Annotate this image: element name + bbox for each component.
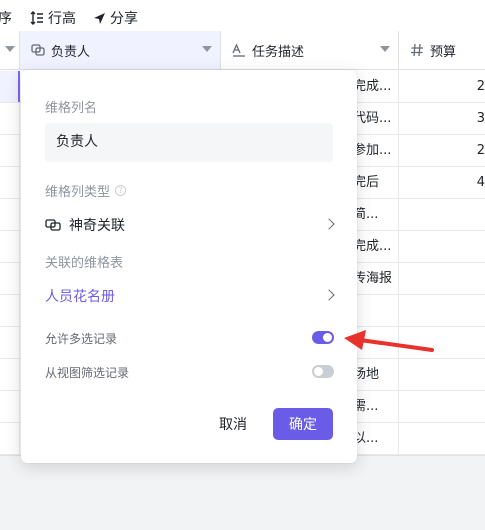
budget-cell[interactable]: 3 bbox=[399, 103, 485, 134]
row-index-cell bbox=[0, 391, 20, 422]
magic-link-icon bbox=[45, 218, 61, 232]
budget-cell[interactable] bbox=[399, 423, 485, 454]
cancel-button[interactable]: 取消 bbox=[208, 408, 258, 440]
row-index-cell bbox=[0, 359, 20, 390]
budget-cell[interactable] bbox=[399, 359, 485, 390]
annotation-arrow-icon bbox=[344, 330, 434, 352]
field-type-selector[interactable]: 神奇关联 bbox=[45, 211, 335, 239]
linked-sheet-label: 关联的维格表 bbox=[45, 256, 124, 271]
chevron-down-icon[interactable] bbox=[380, 46, 390, 52]
view-filter-toggle[interactable] bbox=[312, 365, 334, 378]
link-icon bbox=[31, 43, 45, 57]
budget-cell[interactable] bbox=[399, 231, 485, 262]
header-cell-index bbox=[0, 31, 20, 70]
chevron-right-icon bbox=[323, 218, 335, 230]
share-label: 分享 bbox=[110, 11, 138, 27]
budget-cell[interactable]: 2 bbox=[399, 71, 485, 102]
row-index-cell bbox=[0, 295, 20, 326]
budget-cell[interactable]: 2 bbox=[399, 135, 485, 166]
budget-cell[interactable] bbox=[399, 391, 485, 422]
row-index-cell bbox=[0, 135, 20, 166]
field-name-label: 维格列名 bbox=[45, 101, 98, 116]
header-label-task-desc: 任务描述 bbox=[252, 44, 305, 60]
row-index-cell bbox=[0, 199, 20, 230]
header-cell-budget[interactable]: 预算 bbox=[399, 31, 485, 70]
budget-cell[interactable] bbox=[399, 263, 485, 294]
multi-select-toggle[interactable] bbox=[312, 331, 334, 344]
row-height-label: 行高 bbox=[48, 11, 76, 27]
header-cell-owner[interactable]: 负责人 bbox=[20, 31, 221, 70]
toggle-knob bbox=[314, 367, 323, 376]
row-height-icon bbox=[30, 11, 43, 25]
field-type-label-row: 维格列类型 ? bbox=[45, 181, 127, 200]
chevron-down-icon[interactable] bbox=[202, 46, 212, 52]
text-field-icon bbox=[232, 43, 246, 57]
header-label-owner: 负责人 bbox=[51, 44, 91, 60]
sort-button[interactable]: 序 bbox=[0, 3, 12, 33]
header-label-budget: 预算 bbox=[430, 44, 457, 60]
grid-footer-area bbox=[0, 455, 485, 530]
chevron-right-icon bbox=[323, 289, 335, 301]
row-height-button[interactable]: 行高 bbox=[30, 3, 76, 33]
linked-sheet-selector[interactable]: 人员花名册 bbox=[45, 282, 335, 310]
view-filter-label: 从视图筛选记录 bbox=[45, 366, 130, 380]
row-index-cell bbox=[0, 327, 20, 358]
budget-cell[interactable] bbox=[399, 295, 485, 326]
toolbar: 序 行高 分享 bbox=[0, 0, 485, 30]
row-index-cell bbox=[0, 263, 20, 294]
field-type-value: 神奇关联 bbox=[69, 218, 125, 234]
toggle-knob bbox=[323, 333, 332, 342]
budget-cell[interactable] bbox=[399, 199, 485, 230]
field-settings-popover: 维格列名 负责人 维格列类型 ? 神奇关联 关联的维格表 人员花名册 允许多选记… bbox=[21, 70, 357, 463]
chevron-down-icon[interactable] bbox=[5, 46, 15, 52]
multi-select-label: 允许多选记录 bbox=[45, 332, 118, 346]
field-type-label: 维格列类型 bbox=[45, 185, 111, 200]
sort-label: 序 bbox=[0, 11, 12, 27]
number-field-icon bbox=[410, 43, 424, 57]
help-icon[interactable]: ? bbox=[115, 185, 127, 196]
share-button[interactable]: 分享 bbox=[93, 3, 138, 33]
header-cell-task-desc[interactable]: 任务描述 bbox=[221, 31, 399, 70]
row-index-cell bbox=[0, 167, 20, 198]
field-name-input[interactable]: 负责人 bbox=[45, 123, 333, 162]
linked-sheet-value: 人员花名册 bbox=[45, 289, 115, 305]
row-index-cell bbox=[0, 423, 20, 454]
row-index-cell bbox=[0, 103, 20, 134]
row-index-cell bbox=[0, 231, 20, 262]
confirm-button[interactable]: 确定 bbox=[273, 408, 333, 440]
budget-cell[interactable]: 4 bbox=[399, 167, 485, 198]
share-icon bbox=[94, 12, 105, 24]
row-index-cell bbox=[0, 71, 20, 102]
